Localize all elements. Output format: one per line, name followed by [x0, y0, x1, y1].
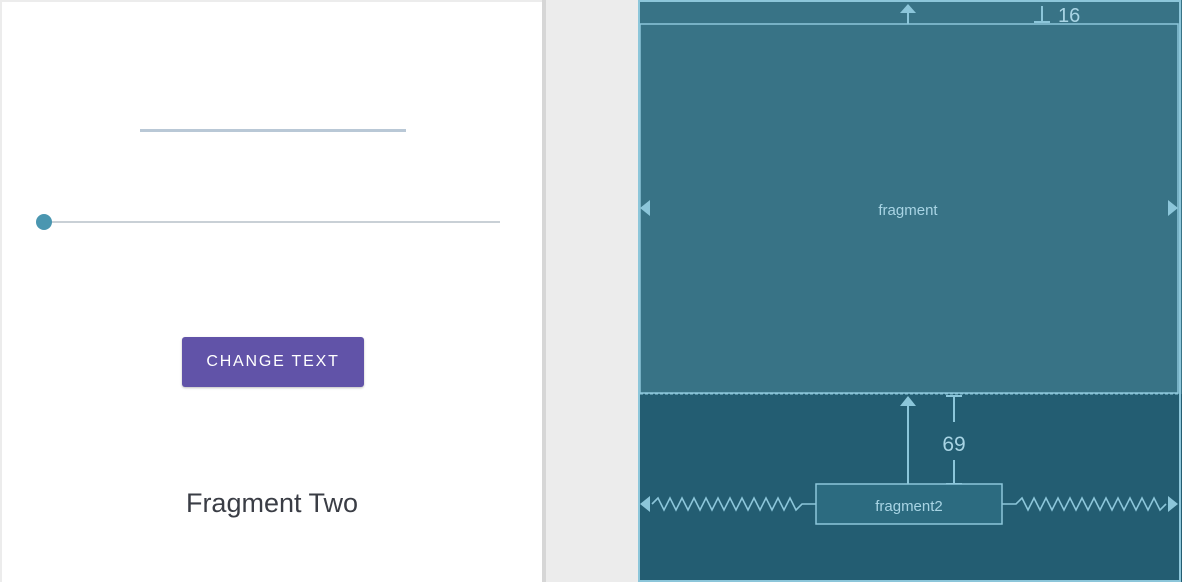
seekbar-track[interactable] [46, 221, 500, 223]
seekbar-thumb[interactable] [36, 214, 52, 230]
blueprint-panel: 16 fragment 69 fragment2 [638, 0, 1182, 582]
blueprint-canvas: 16 fragment 69 fragment2 [638, 0, 1182, 582]
edit-text-field[interactable] [140, 129, 406, 132]
design-preview-panel: CHANGE TEXT Fragment Two [2, 2, 542, 582]
fragment2-label: fragment2 [875, 498, 943, 515]
blueprint-top-region [638, 0, 1182, 394]
fragment-two-text: Fragment Two [185, 488, 359, 518]
panel-gap [546, 0, 638, 582]
fragment-label: fragment [878, 202, 938, 219]
layout-editor: CHANGE TEXT Fragment Two 16 fragment 69 … [0, 0, 1182, 582]
top-margin-value: 16 [1058, 5, 1080, 27]
gap-margin-value: 69 [942, 433, 965, 456]
change-text-button[interactable]: CHANGE TEXT [182, 337, 364, 387]
